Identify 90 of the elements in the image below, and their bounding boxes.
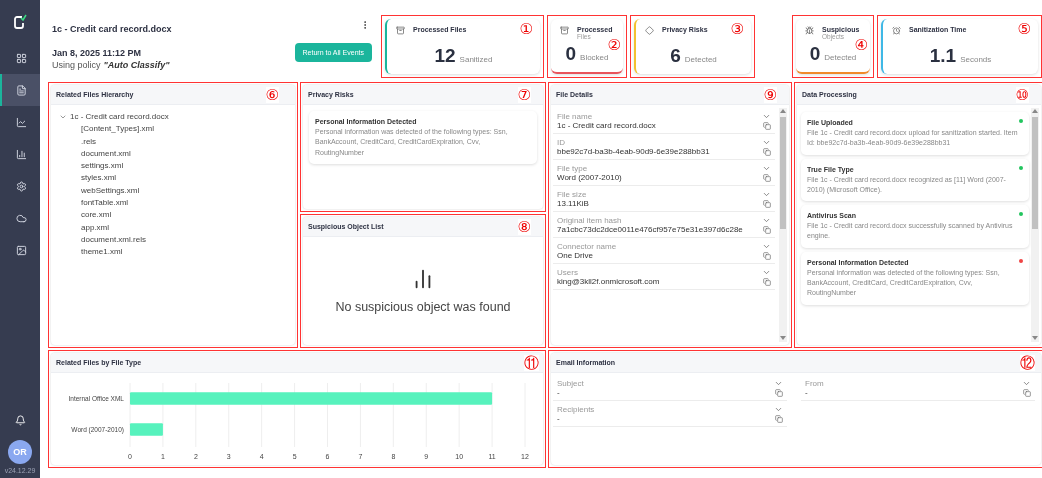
field-value: 7a1cbc73dc2dce0011e476cf957e75e31e397d6c28e: [557, 225, 743, 234]
bar-chart-icon: [15, 148, 27, 160]
file-title: 1c - Credit card record.docx: [52, 24, 172, 34]
bell-icon[interactable]: [14, 415, 26, 426]
bug-icon: [805, 26, 814, 35]
field-label: Original item hash: [557, 216, 622, 225]
field-value: -: [557, 388, 560, 397]
scroll-down-icon[interactable]: [780, 335, 786, 342]
annotation-number: ⑪: [524, 355, 539, 371]
copy-icon[interactable]: [763, 251, 771, 260]
cloud-icon: [15, 212, 27, 224]
scrollbar[interactable]: [779, 108, 787, 342]
file-icon: [15, 84, 27, 96]
copy-icon[interactable]: [763, 277, 771, 286]
scroll-up-icon[interactable]: [1032, 108, 1038, 115]
field-value: Word (2007-2010): [557, 173, 622, 182]
chevron-icon[interactable]: [1022, 379, 1031, 388]
tree-item[interactable]: fontTable.xml: [81, 197, 129, 210]
tree-item[interactable]: webSettings.xml: [81, 184, 140, 198]
tree-item[interactable]: document.xml.rels: [81, 233, 146, 247]
copy-icon[interactable]: [763, 147, 771, 156]
stat-value: 1.1: [929, 45, 957, 67]
copy-icon[interactable]: [1023, 388, 1031, 397]
annotation-number: ⑫: [1020, 355, 1035, 371]
image-icon: [15, 244, 27, 256]
copy-icon[interactable]: [763, 199, 771, 208]
scroll-up-icon[interactable]: [780, 108, 786, 115]
copy-icon[interactable]: [763, 225, 771, 234]
policy-text: Using policy "Auto Classify": [52, 60, 171, 70]
tree-item[interactable]: app.xml: [81, 221, 109, 234]
field-value: -: [557, 414, 560, 423]
nav-item[interactable]: [0, 74, 40, 106]
tree-item[interactable]: [Content_Types].xml: [81, 123, 154, 136]
field-label: From: [805, 379, 824, 388]
event-date: Jan 8, 2025 11:12 PM: [52, 48, 142, 58]
field-label: Subject: [557, 379, 584, 388]
settings-icon: [15, 180, 27, 192]
field-label: Recipients: [557, 405, 595, 414]
stat-unit: Blocked: [580, 53, 609, 62]
field-value: 1c - Credit card record.docx: [557, 121, 656, 130]
copy-icon[interactable]: [763, 121, 771, 130]
copy-icon[interactable]: [763, 173, 771, 182]
tree-item[interactable]: .rels: [81, 135, 97, 148]
stat-value: 0: [565, 43, 577, 65]
field-value: 13.11KiB: [557, 199, 589, 208]
chevron-icon[interactable]: [762, 112, 771, 121]
chevron-icon[interactable]: [762, 138, 771, 147]
copy-icon[interactable]: [775, 414, 783, 423]
tree-item[interactable]: document.xml: [81, 147, 131, 161]
field-value: One Drive: [557, 251, 593, 260]
tree-item[interactable]: core.xml: [81, 209, 112, 222]
line-chart-icon: [15, 116, 27, 128]
field-value: -: [805, 388, 808, 397]
stat-unit: Detected: [824, 53, 857, 62]
tree-item[interactable]: styles.xml: [81, 172, 117, 185]
field-label: Users: [557, 268, 578, 277]
field-label: File name: [557, 112, 593, 121]
stat-unit: Detected: [684, 55, 717, 64]
box-icon: [396, 26, 405, 35]
grid-icon: [15, 52, 27, 64]
field-label: File type: [557, 164, 588, 173]
diamond-icon: [645, 26, 654, 35]
box-icon: [560, 26, 569, 35]
tree-item[interactable]: 1c - Credit card record.docx: [70, 111, 169, 124]
logo-icon[interactable]: [13, 14, 27, 30]
field-label: File size: [557, 190, 587, 199]
stat-value: 12: [434, 45, 456, 67]
scrollbar[interactable]: [1031, 108, 1039, 342]
chevron-icon[interactable]: [762, 190, 771, 199]
chevron-icon[interactable]: [774, 405, 783, 414]
empty-message: No suspicious object was found: [335, 300, 511, 314]
stat-unit: Sanitized: [459, 55, 493, 64]
tree-item[interactable]: settings.xml: [81, 160, 124, 173]
scroll-down-icon[interactable]: [1032, 335, 1038, 342]
stat-value: 0: [809, 43, 821, 65]
stat-unit: Seconds: [960, 55, 992, 64]
field-value: bbe92c7d-ba3b-4eab-90d9-6e39e288bb31: [557, 147, 710, 156]
chevron-icon[interactable]: [762, 216, 771, 225]
chevron-icon[interactable]: [762, 242, 771, 251]
alarm-clock-icon: [892, 26, 901, 35]
chevron-icon[interactable]: [774, 379, 783, 388]
field-label: ID: [557, 138, 565, 147]
copy-icon[interactable]: [775, 388, 783, 397]
tree-item[interactable]: theme1.xml: [81, 246, 123, 259]
chevron-icon[interactable]: [762, 268, 771, 277]
chevron-icon[interactable]: [762, 164, 771, 173]
bar: [130, 423, 163, 436]
stat-value: 6: [670, 45, 681, 67]
field-label: Connector name: [557, 242, 617, 251]
field-value: king@3kll2f.onmicrosoft.com: [557, 277, 660, 286]
